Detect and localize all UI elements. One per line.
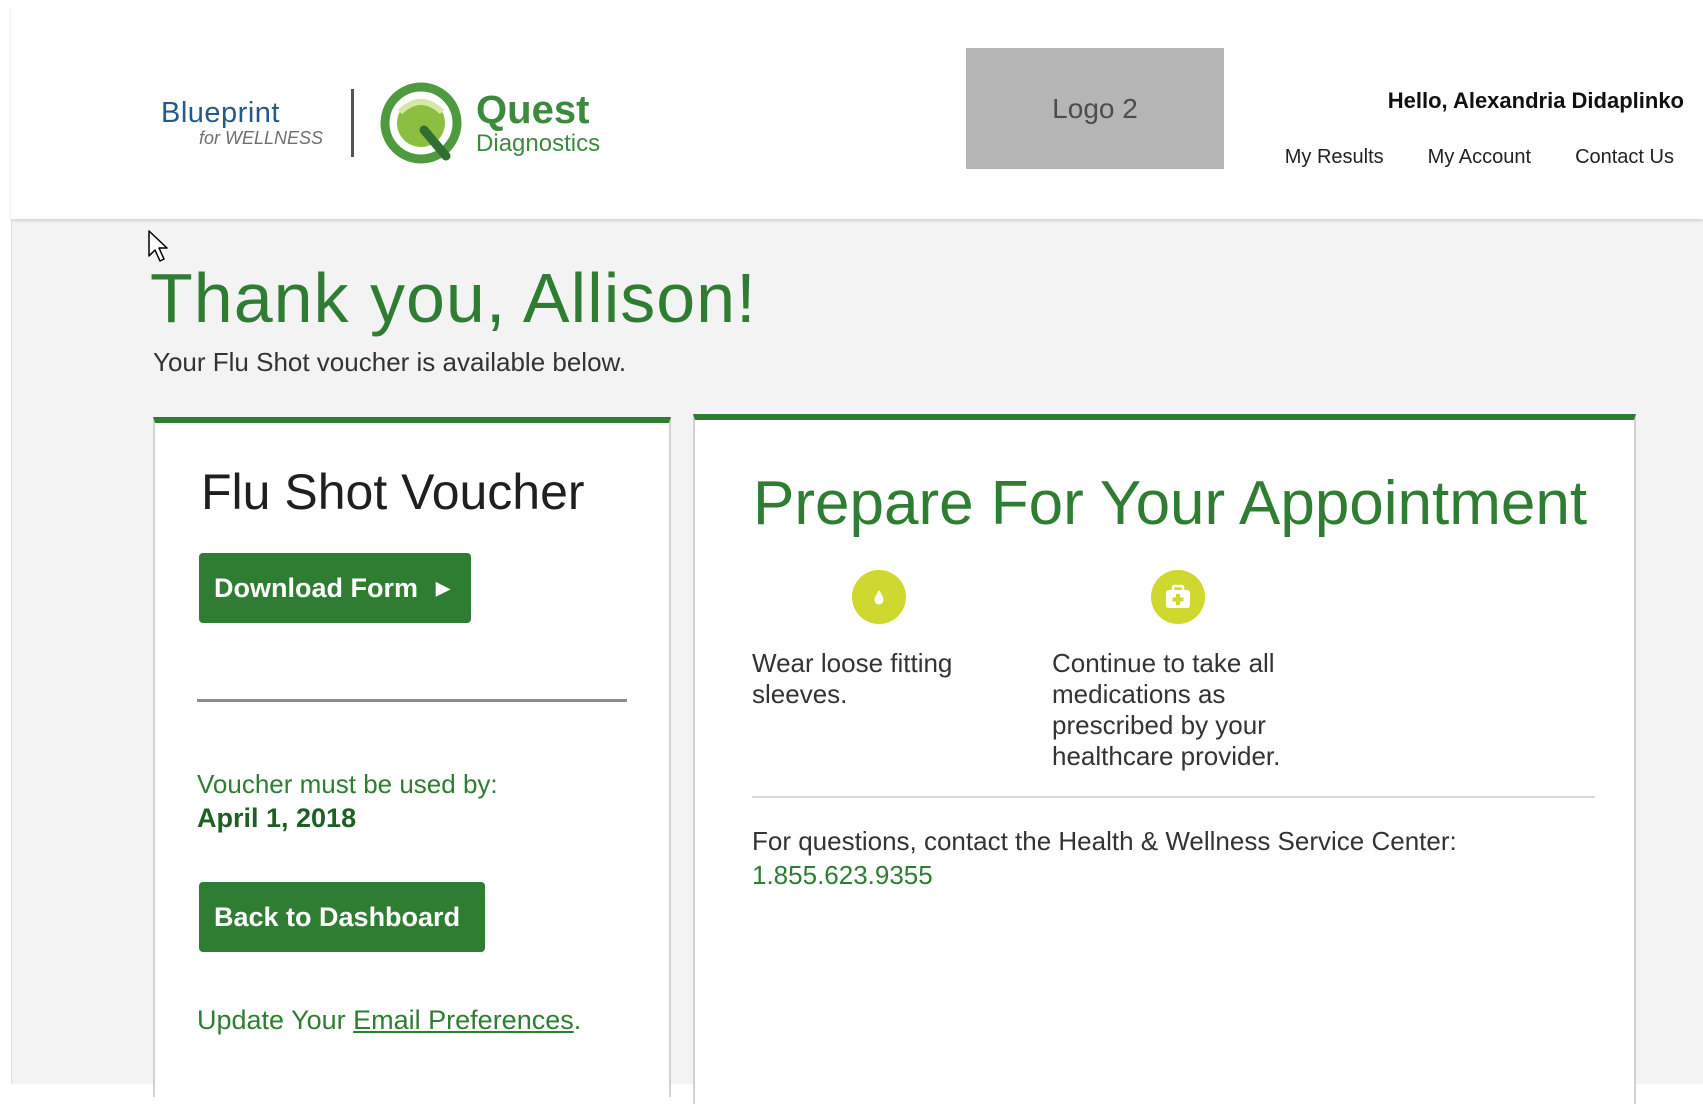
email-preferences-suffix: .: [573, 1005, 582, 1035]
download-form-button[interactable]: Download Form ▶: [199, 553, 471, 623]
blueprint-logo-text: Blueprint: [161, 97, 280, 129]
quest-logo: Quest Diagnostics: [476, 90, 600, 156]
quest-logo-text: Quest: [476, 88, 590, 132]
drop-icon: [852, 570, 906, 624]
quest-q-icon: [380, 82, 462, 164]
nav-my-account[interactable]: My Account: [1428, 146, 1531, 169]
back-to-dashboard-label: Back to Dashboard: [214, 901, 461, 932]
blueprint-logo: Blueprint for WELLNESS: [161, 97, 324, 148]
medical-kit-icon: [1151, 570, 1205, 624]
voucher-expiry-date: April 1, 2018: [197, 803, 357, 833]
contact-phone[interactable]: 1.855.623.9355: [752, 858, 1457, 892]
nav-my-results[interactable]: My Results: [1285, 146, 1384, 169]
tip-medications: Continue to take all medications as pres…: [1052, 648, 1281, 771]
voucher-card: Flu Shot Voucher Download Form ▶ Voucher…: [153, 417, 671, 1097]
logo-2-placeholder: Logo 2: [966, 48, 1224, 169]
contact-text: For questions, contact the Health & Well…: [752, 826, 1457, 856]
back-to-dashboard-button[interactable]: Back to Dashboard: [199, 882, 485, 952]
download-form-label: Download Form: [214, 572, 418, 603]
email-preferences-line: Update Your Email Preferences.: [197, 1005, 581, 1036]
user-greeting: Hello, Alexandria Didaplinko: [1387, 88, 1684, 113]
site-header: Blueprint for WELLNESS Quest Diagnostics…: [11, 6, 1703, 219]
brand-logos[interactable]: Blueprint for WELLNESS Quest Diagnostics: [161, 78, 600, 168]
caret-right-icon: ▶: [436, 577, 450, 598]
prepare-divider: [752, 796, 1595, 798]
top-nav: My Results My Account Contact Us: [1285, 146, 1674, 169]
page-title: Thank you, Allison!: [150, 259, 757, 337]
prepare-card: Prepare For Your Appointment Wear loose …: [693, 414, 1636, 1104]
prepare-title: Prepare For Your Appointment: [753, 469, 1588, 538]
page-subtitle: Your Flu Shot voucher is available below…: [153, 347, 627, 377]
blueprint-logo-subtext: for WELLNESS: [199, 128, 324, 148]
voucher-title: Flu Shot Voucher: [201, 464, 585, 520]
quest-logo-subtext: Diagnostics: [476, 130, 601, 157]
contact-info: For questions, contact the Health & Well…: [752, 824, 1457, 892]
email-preferences-link[interactable]: Email Preferences: [353, 1005, 574, 1035]
voucher-divider: [197, 699, 627, 702]
brand-divider: [351, 89, 355, 157]
nav-contact-us[interactable]: Contact Us: [1575, 146, 1674, 169]
voucher-expiry-label: Voucher must be used by:: [197, 769, 498, 799]
email-preferences-prefix: Update Your: [197, 1005, 354, 1035]
tip-sleeves: Wear loose fitting sleeves.: [752, 648, 953, 709]
